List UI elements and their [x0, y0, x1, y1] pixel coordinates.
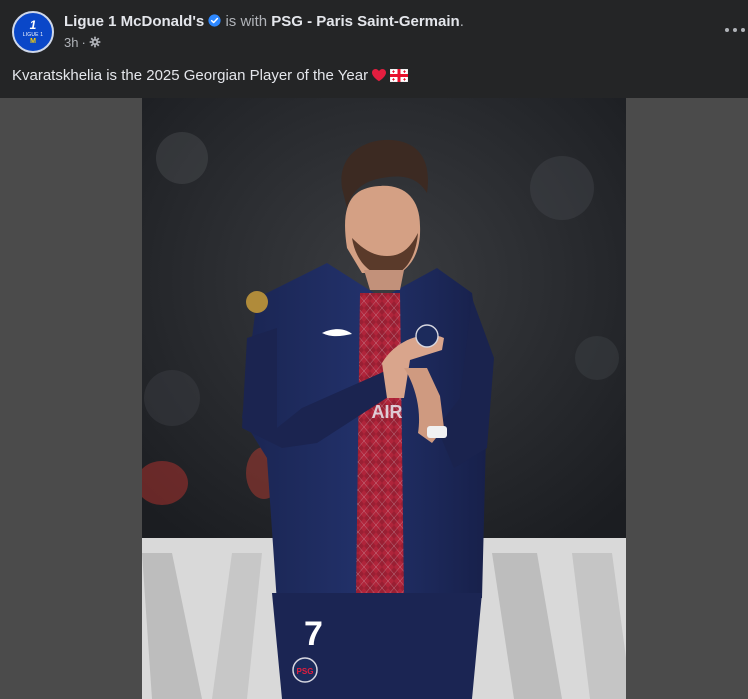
more-dot	[733, 28, 737, 32]
bokeh-light	[575, 336, 619, 380]
facebook-post: 1 LIGUE 1 M Ligue 1 McDonald's is with P…	[0, 0, 748, 699]
meta-separator: ·	[81, 35, 86, 50]
post-caption: Kvaratskhelia is the 2025 Georgian Playe…	[12, 66, 409, 85]
georgia-flag-icon	[390, 69, 409, 82]
page-avatar[interactable]: 1 LIGUE 1 M	[12, 11, 54, 53]
avatar-logo-text: 1	[29, 18, 37, 32]
post-media[interactable]: AIR 7 PSG	[0, 98, 748, 699]
tagged-suffix: .	[459, 13, 464, 30]
sponsor-text: AIR	[372, 402, 403, 422]
bokeh-light	[156, 132, 208, 184]
author-name-link[interactable]: Ligue 1 McDonald's	[64, 13, 204, 30]
bokeh-light	[530, 156, 594, 220]
avatar-sponsor-text: M	[30, 38, 36, 45]
psg-badge	[415, 324, 439, 348]
post-header: 1 LIGUE 1 M Ligue 1 McDonald's is with P…	[0, 0, 748, 60]
player-photo: AIR 7 PSG	[142, 98, 626, 699]
neck	[364, 270, 404, 290]
post-title-line: Ligue 1 McDonald's is with PSG - Paris S…	[64, 12, 464, 31]
bokeh-light	[144, 370, 200, 426]
shorts-crest-text: PSG	[297, 667, 314, 676]
jersey-number: 7	[304, 615, 323, 653]
heart-icon	[372, 69, 387, 82]
gear-icon[interactable]	[89, 36, 101, 48]
more-dot	[725, 28, 729, 32]
post-photo[interactable]: AIR 7 PSG	[142, 98, 626, 699]
wrist-tape	[427, 426, 447, 438]
post-meta-line: 3h ·	[64, 35, 101, 51]
verified-badge-icon	[208, 14, 221, 27]
timestamp-link[interactable]: 3h	[64, 35, 78, 50]
league-patch	[246, 291, 268, 313]
with-text: is with	[225, 13, 268, 30]
caption-text: Kvaratskhelia is the 2025 Georgian Playe…	[12, 67, 369, 84]
more-options-button[interactable]	[724, 20, 746, 40]
jersey-stripe	[356, 293, 404, 598]
more-dot	[741, 28, 745, 32]
tagged-page-link[interactable]: PSG - Paris Saint-Germain	[271, 13, 459, 30]
